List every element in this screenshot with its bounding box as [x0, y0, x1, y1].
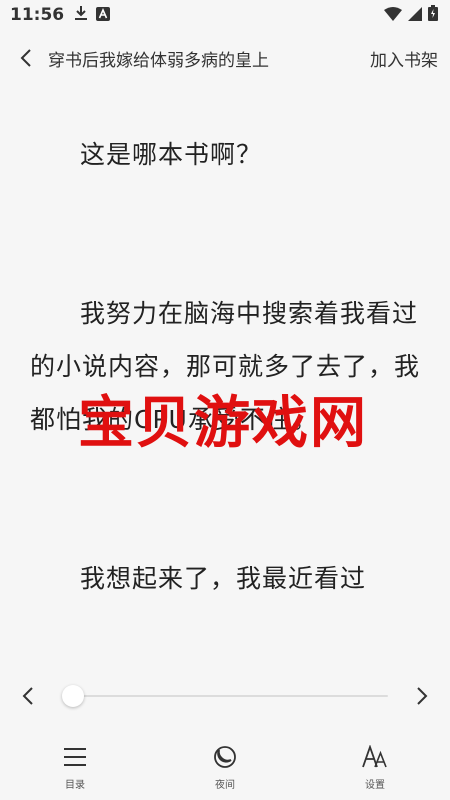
paragraph: 我想起来了，我最近看过	[80, 564, 367, 593]
progress-slider[interactable]	[62, 676, 388, 716]
slider-track	[62, 695, 388, 697]
chevron-right-icon	[417, 687, 428, 705]
moon-icon	[213, 742, 237, 772]
chevron-left-icon	[20, 49, 31, 67]
back-button[interactable]	[12, 38, 40, 78]
previous-chapter-button[interactable]	[16, 676, 40, 716]
chevron-left-icon	[22, 687, 33, 705]
next-chapter-button[interactable]	[410, 676, 434, 716]
app-header: 穿书后我嫁给体弱多病的皇上 加入书架	[0, 38, 450, 78]
paragraph: 这是哪本书啊？	[80, 140, 263, 169]
wifi-icon	[384, 6, 402, 25]
battery-icon	[428, 5, 438, 25]
status-bar: 11:56	[0, 0, 450, 30]
menu-icon	[64, 742, 86, 772]
nav-label: 目录	[65, 780, 85, 791]
signal-icon	[408, 6, 422, 25]
nav-label: 设置	[365, 780, 385, 791]
nav-catalog[interactable]: 目录	[30, 742, 120, 791]
font-settings-icon	[362, 742, 388, 772]
download-icon	[74, 5, 88, 25]
a-icon	[96, 6, 111, 25]
nav-night-mode[interactable]: 夜间	[180, 742, 270, 791]
chapter-progress	[0, 672, 450, 720]
watermark: 宝贝游戏网	[78, 391, 368, 456]
status-time: 11:56	[10, 5, 65, 25]
nav-label: 夜间	[215, 780, 235, 791]
reader-screen: 11:56 穿书后我嫁给体弱多病的皇上 加入书架 这是哪本书啊？ 我努力在脑海中…	[0, 0, 450, 800]
nav-settings[interactable]: 设置	[330, 742, 420, 791]
slider-thumb[interactable]	[62, 685, 84, 707]
bottom-nav: 目录 夜间 设置	[0, 742, 450, 800]
book-title: 穿书后我嫁给体弱多病的皇上	[48, 50, 269, 71]
add-to-shelf-button[interactable]: 加入书架	[370, 46, 438, 71]
